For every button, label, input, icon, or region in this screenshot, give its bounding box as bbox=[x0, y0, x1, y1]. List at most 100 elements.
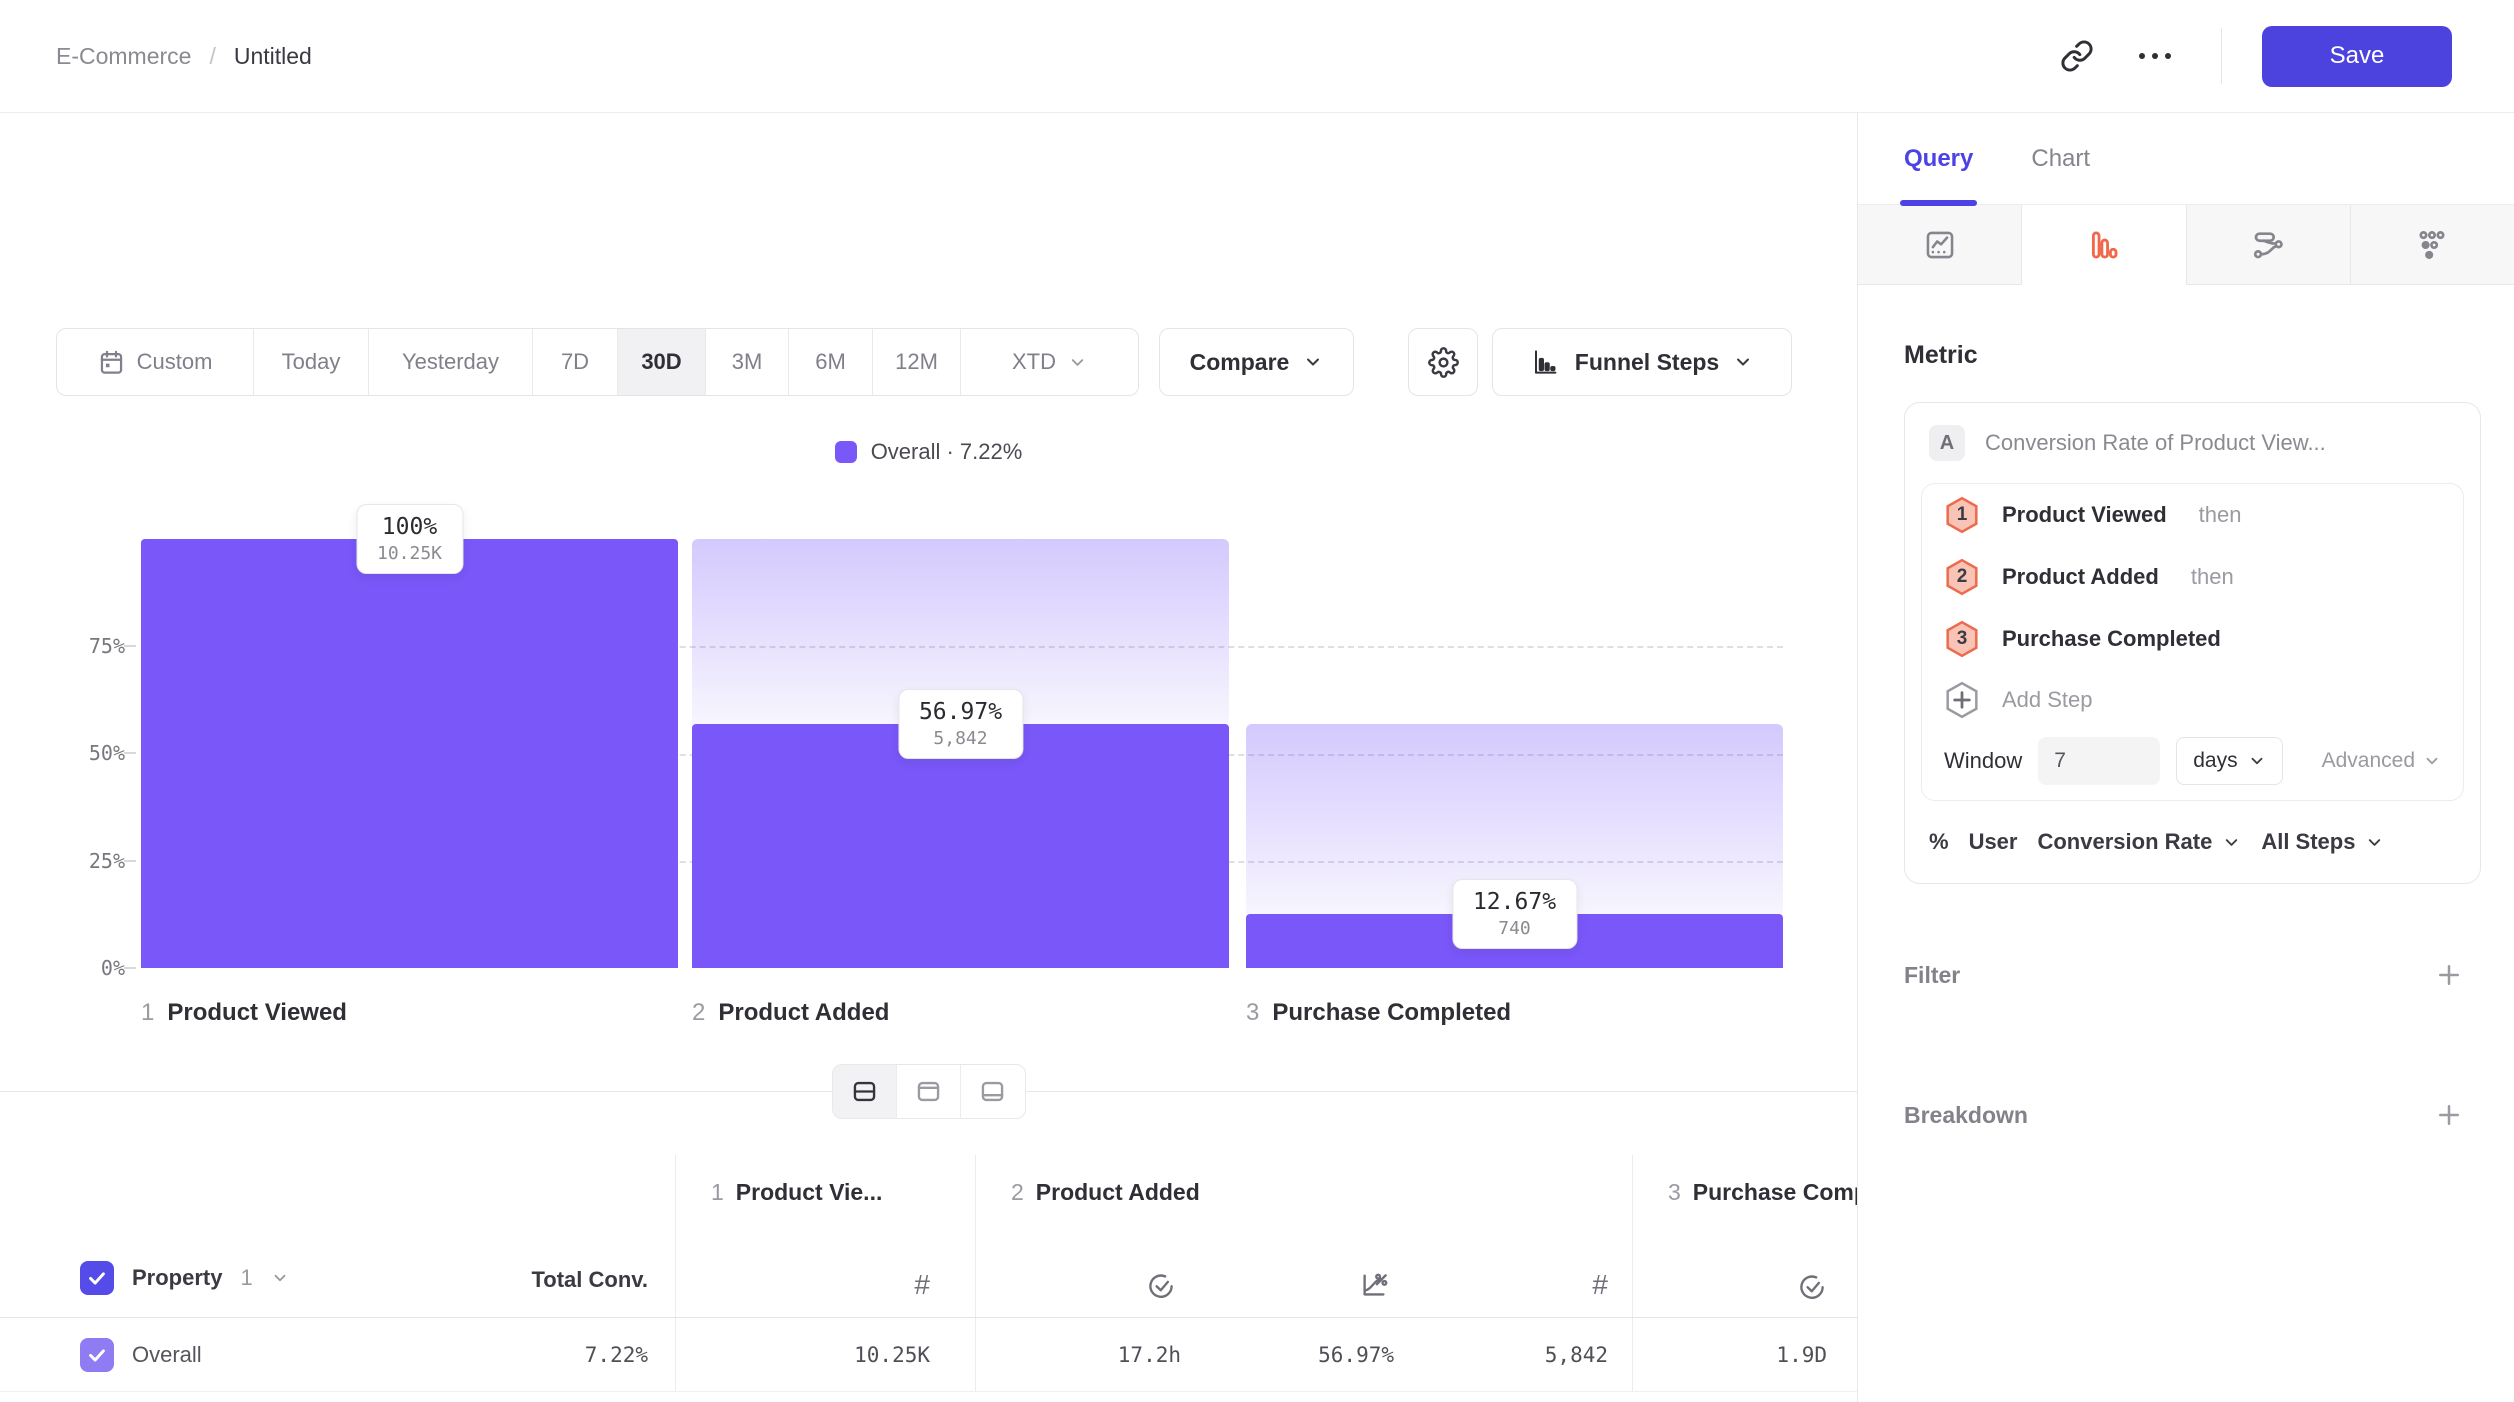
table-header: Property 1 Total Conv. 1Product Vie... # bbox=[0, 1155, 1857, 1318]
cell-step3-time: 1.9D bbox=[1632, 1318, 1857, 1391]
step-row-1[interactable]: 1 Product Viewed then bbox=[1922, 484, 2463, 546]
chevron-down-icon bbox=[2423, 752, 2441, 770]
date-range-12m[interactable]: 12M bbox=[873, 329, 961, 395]
date-range-today[interactable]: Today bbox=[254, 329, 369, 395]
report-canvas: Custom Today Yesterday 7D 30D 3M 6M 12M … bbox=[0, 113, 1857, 1402]
advanced-toggle[interactable]: Advanced bbox=[2322, 749, 2441, 773]
chart-type-insights[interactable] bbox=[1858, 205, 2022, 285]
chart-type-funnel-active[interactable] bbox=[2022, 205, 2186, 285]
table-only-toggle[interactable] bbox=[961, 1065, 1025, 1118]
chart-settings-button[interactable] bbox=[1408, 328, 1478, 396]
funnel-bar-step-1[interactable]: 100% 10.25K bbox=[141, 539, 678, 968]
calendar-icon bbox=[98, 349, 125, 376]
panel-tabs: Query Chart bbox=[1858, 113, 2514, 205]
y-axis-tick: 0% bbox=[40, 956, 125, 980]
top-actions: Save bbox=[2051, 26, 2452, 87]
date-range-3m[interactable]: 3M bbox=[706, 329, 789, 395]
chevron-down-icon bbox=[1303, 352, 1323, 372]
add-step-button[interactable]: Add Step bbox=[1922, 670, 2463, 730]
bar-tooltip: 12.67% 740 bbox=[1452, 879, 1577, 949]
y-axis-tickmark bbox=[124, 645, 136, 647]
cell-total-conv: 7.22% bbox=[460, 1343, 675, 1367]
funnel-steps-editor: 1 Product Viewed then 2 Product Added th… bbox=[1921, 483, 2464, 801]
chart-type-paths[interactable] bbox=[2351, 205, 2514, 285]
funnel-icon bbox=[2087, 228, 2121, 262]
breakdown-section: Breakdown bbox=[1858, 1092, 2514, 1138]
window-value-input[interactable] bbox=[2038, 737, 2160, 785]
property-selector[interactable]: Property 1 bbox=[80, 1261, 289, 1295]
step-label-3: 3Purchase Completed bbox=[1246, 999, 1511, 1027]
date-range-xtd[interactable]: XTD bbox=[961, 329, 1138, 395]
date-range-30d-selected[interactable]: 30D bbox=[618, 329, 706, 395]
bar-solid bbox=[141, 539, 678, 968]
gear-icon bbox=[1428, 347, 1459, 378]
breadcrumb-folder[interactable]: E-Commerce bbox=[56, 43, 191, 70]
step-label-2: 2Product Added bbox=[692, 999, 889, 1027]
metric-title-row[interactable]: A Conversion Rate of Product View... bbox=[1905, 403, 2480, 483]
funnel-bar-step-2[interactable]: 56.97% 5,842 bbox=[692, 539, 1229, 968]
chevron-down-icon bbox=[2365, 833, 2384, 852]
step-badge-2: 2 bbox=[1944, 558, 1980, 596]
row-label: Overall bbox=[132, 1342, 202, 1368]
step-badge-1: 1 bbox=[1944, 496, 1980, 534]
tooltip-percent: 100% bbox=[377, 514, 442, 540]
topbar-divider bbox=[2221, 28, 2222, 84]
cell-step1-count: 10.25K bbox=[675, 1318, 975, 1391]
compare-button[interactable]: Compare bbox=[1159, 328, 1354, 396]
breadcrumb-title[interactable]: Untitled bbox=[234, 43, 312, 70]
tooltip-count: 740 bbox=[1473, 918, 1556, 939]
date-range-control: Custom Today Yesterday 7D 30D 3M 6M 12M … bbox=[56, 328, 1139, 396]
select-all-checkbox[interactable] bbox=[80, 1261, 114, 1295]
tab-chart[interactable]: Chart bbox=[2031, 113, 2090, 204]
add-filter-button[interactable] bbox=[2434, 960, 2464, 990]
table-group-2: 2Product Added bbox=[975, 1155, 1632, 1317]
save-button[interactable]: Save bbox=[2262, 26, 2452, 87]
split-view-toggle[interactable] bbox=[833, 1065, 897, 1118]
table-row-overall[interactable]: Overall 7.22% 10.25K 17.2h 56.97% 5,842 … bbox=[0, 1318, 1857, 1392]
copy-link-button[interactable] bbox=[2051, 30, 2103, 82]
more-menu-button[interactable] bbox=[2129, 30, 2181, 82]
flows-icon bbox=[2251, 228, 2285, 262]
date-range-7d[interactable]: 7D bbox=[533, 329, 618, 395]
property-header-cell: Property 1 bbox=[0, 1155, 460, 1317]
window-unit-select[interactable]: days bbox=[2176, 737, 2282, 785]
y-axis-tickmark bbox=[124, 752, 136, 754]
insights-icon bbox=[1923, 228, 1957, 262]
tab-query[interactable]: Query bbox=[1904, 113, 1973, 204]
chart-type-flows[interactable] bbox=[2187, 205, 2351, 285]
date-range-yesterday[interactable]: Yesterday bbox=[369, 329, 533, 395]
link-icon bbox=[2060, 39, 2094, 73]
add-breakdown-button[interactable] bbox=[2434, 1100, 2464, 1130]
more-menu-icon bbox=[2139, 53, 2171, 59]
table-group-1: 1Product Vie... # bbox=[675, 1155, 975, 1317]
chart-legend: Overall · 7.22% bbox=[0, 439, 1857, 465]
chart-only-toggle[interactable] bbox=[897, 1065, 961, 1118]
table-group-3: 3Purchase Completed bbox=[1632, 1155, 1857, 1317]
metric-heading: Metric bbox=[1904, 341, 2514, 370]
layout-toggle-group bbox=[832, 1064, 1026, 1119]
bar-solid bbox=[692, 724, 1229, 968]
query-panel: Query Chart bbox=[1857, 113, 2514, 1402]
add-step-icon bbox=[1944, 681, 1980, 719]
breakdown-label: Breakdown bbox=[1904, 1102, 2028, 1129]
date-range-6m[interactable]: 6M bbox=[789, 329, 873, 395]
count-icon: # bbox=[676, 1269, 930, 1301]
total-conv-header: Total Conv. bbox=[460, 1155, 675, 1317]
row-checkbox[interactable] bbox=[80, 1338, 114, 1372]
y-axis-tickmark bbox=[124, 860, 136, 862]
chart-view-selector[interactable]: Funnel Steps bbox=[1492, 328, 1792, 396]
measure-metric-select[interactable]: Conversion Rate bbox=[2037, 829, 2241, 855]
y-axis-tick: 75% bbox=[40, 634, 125, 658]
step-row-2[interactable]: 2 Product Added then bbox=[1922, 546, 2463, 608]
bar-tooltip: 56.97% 5,842 bbox=[898, 689, 1023, 759]
measure-scope-select[interactable]: All Steps bbox=[2261, 829, 2384, 855]
date-range-custom[interactable]: Custom bbox=[57, 329, 254, 395]
measure-entity[interactable]: User bbox=[1969, 829, 2018, 855]
measure-format[interactable]: % bbox=[1929, 829, 1949, 855]
conversion-window-row: Window days Advanced bbox=[1922, 730, 2463, 800]
app-window: E-Commerce / Untitled Save bbox=[0, 0, 2514, 1402]
funnel-bar-step-3[interactable]: 12.67% 740 bbox=[1246, 539, 1783, 968]
bar-tooltip: 100% 10.25K bbox=[356, 504, 463, 574]
step-row-3[interactable]: 3 Purchase Completed bbox=[1922, 608, 2463, 670]
time-to-convert-icon bbox=[976, 1269, 1189, 1301]
